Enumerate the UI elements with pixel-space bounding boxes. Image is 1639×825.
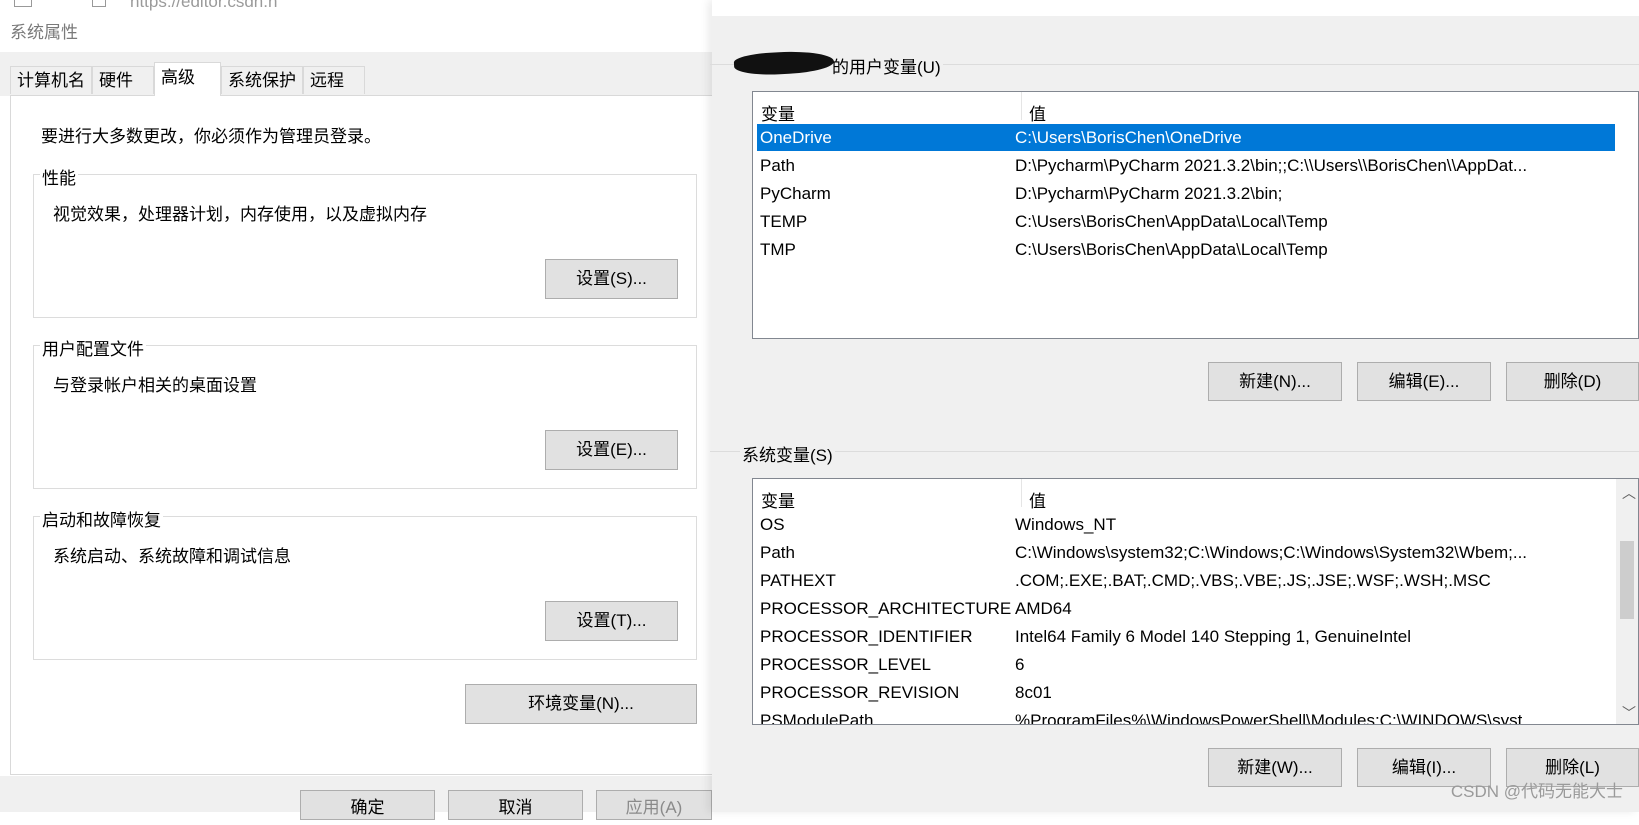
user-edit-button[interactable]: 编辑(E)... xyxy=(1357,362,1491,401)
user-delete-button[interactable]: 删除(D) xyxy=(1506,362,1639,401)
startup-recovery-description: 系统启动、系统故障和调试信息 xyxy=(53,547,291,566)
tab-system-protection[interactable]: 系统保护 xyxy=(221,66,303,94)
user-var-row[interactable]: TEMP C:\Users\BorisChen\AppData\Local\Te… xyxy=(757,208,1615,235)
var-name: OneDrive xyxy=(760,128,832,147)
tab-remote[interactable]: 远程 xyxy=(303,66,365,94)
var-value: Windows_NT xyxy=(1015,515,1117,534)
var-value: .COM;.EXE;.BAT;.CMD;.VBS;.VBE;.JS;.JSE;.… xyxy=(1015,571,1491,590)
var-name: PATHEXT xyxy=(760,571,836,590)
var-name: PROCESSOR_IDENTIFIER xyxy=(760,627,973,646)
performance-title: 性能 xyxy=(40,164,78,189)
system-properties-dialog: https://editor.csdn.n 系统属性 计算机名 硬件 高级 系统… xyxy=(0,0,712,820)
scroll-up-icon[interactable]: ︿ xyxy=(1622,483,1636,503)
user-profiles-settings-button[interactable]: 设置(E)... xyxy=(545,430,678,470)
system-vars-label: 系统变量(S) xyxy=(740,441,835,466)
var-name: PyCharm xyxy=(760,184,831,203)
user-var-row[interactable]: Path D:\Pycharm\PyCharm 2021.3.2\bin;;C:… xyxy=(757,152,1615,179)
var-name: TMP xyxy=(760,240,796,259)
system-col-separator[interactable] xyxy=(1021,479,1022,507)
browser-url-peek: https://editor.csdn.n xyxy=(130,0,278,11)
tab-advanced[interactable]: 高级 xyxy=(154,62,221,96)
dialog-title: 系统属性 xyxy=(10,23,78,42)
system-var-row[interactable]: PSModulePath %ProgramFiles%\WindowsPower… xyxy=(757,707,1609,725)
user-var-row[interactable]: OneDrive C:\Users\BorisChen\OneDrive xyxy=(757,124,1615,151)
var-name: OS xyxy=(760,515,785,534)
system-new-button[interactable]: 新建(W)... xyxy=(1208,748,1342,787)
system-col-value-header[interactable]: 值 xyxy=(1029,487,1046,512)
tab-hardware[interactable]: 硬件 xyxy=(92,66,154,94)
var-name: TEMP xyxy=(760,212,808,231)
var-value: 6 xyxy=(1015,655,1025,674)
user-vars-label: 的用户变量(U) xyxy=(830,53,943,78)
system-col-name-header[interactable]: 变量 xyxy=(761,487,795,512)
startup-recovery-settings-button[interactable]: 设置(T)... xyxy=(545,601,678,641)
var-value: D:\Pycharm\PyCharm 2021.3.2\bin;;C:\\Use… xyxy=(1015,156,1528,175)
startup-recovery-title: 启动和故障恢复 xyxy=(40,506,163,531)
environment-variables-button[interactable]: 环境变量(N)... xyxy=(465,684,697,724)
system-var-row[interactable]: PROCESSOR_REVISION 8c01 xyxy=(757,679,1609,706)
user-var-row[interactable]: TMP C:\Users\BorisChen\AppData\Local\Tem… xyxy=(757,236,1615,263)
tab-computer-name[interactable]: 计算机名 xyxy=(10,66,92,94)
system-var-row[interactable]: Path C:\Windows\system32;C:\Windows;C:\W… xyxy=(757,539,1609,566)
var-name: PROCESSOR_REVISION xyxy=(760,683,960,702)
env-title-strip xyxy=(712,0,1639,16)
system-var-row[interactable]: OS Windows_NT xyxy=(757,511,1609,538)
var-value: C:\Users\BorisChen\AppData\Local\Temp xyxy=(1015,240,1328,259)
user-new-button[interactable]: 新建(N)... xyxy=(1208,362,1342,401)
var-name: PSModulePath xyxy=(760,711,874,725)
var-value: %ProgramFiles%\WindowsPowerShell\Modules… xyxy=(1015,711,1523,725)
var-value: Intel64 Family 6 Model 140 Stepping 1, G… xyxy=(1015,627,1411,646)
cancel-button[interactable]: 取消 xyxy=(448,790,583,820)
user-col-name-header[interactable]: 变量 xyxy=(761,100,795,125)
var-value: C:\Users\BorisChen\OneDrive xyxy=(1015,128,1242,147)
var-name: PROCESSOR_ARCHITECTURE xyxy=(760,599,1012,618)
system-vars-scrollbar[interactable]: ︿ ﹀ xyxy=(1616,479,1638,724)
var-value: C:\Windows\system32;C:\Windows;C:\Window… xyxy=(1015,543,1528,562)
system-var-row[interactable]: PROCESSOR_LEVEL 6 xyxy=(757,651,1609,678)
title-bar: https://editor.csdn.n 系统属性 xyxy=(0,0,712,52)
ok-button[interactable]: 确定 xyxy=(300,790,435,820)
user-vars-list[interactable]: 变量 值 OneDrive C:\Users\BorisChen\OneDriv… xyxy=(752,91,1639,339)
var-value: 8c01 xyxy=(1015,683,1052,702)
user-var-row[interactable]: PyCharm D:\Pycharm\PyCharm 2021.3.2\bin; xyxy=(757,180,1615,207)
var-value: C:\Users\BorisChen\AppData\Local\Temp xyxy=(1015,212,1328,231)
environment-variables-dialog: 的用户变量(U) 变量 值 OneDrive C:\Users\BorisChe… xyxy=(710,0,1639,812)
system-var-row[interactable]: PROCESSOR_IDENTIFIER Intel64 Family 6 Mo… xyxy=(757,623,1609,650)
tab-icon xyxy=(92,0,106,7)
back-icon xyxy=(14,0,32,7)
user-profiles-title: 用户配置文件 xyxy=(40,335,146,360)
var-value: D:\Pycharm\PyCharm 2021.3.2\bin; xyxy=(1015,184,1283,203)
performance-description: 视觉效果，处理器计划，内存使用，以及虚拟内存 xyxy=(53,205,427,224)
user-col-separator[interactable] xyxy=(1021,92,1022,120)
system-var-row[interactable]: PROCESSOR_ARCHITECTURE AMD64 xyxy=(757,595,1609,622)
watermark: CSDN @代码无能大士 xyxy=(1450,782,1623,801)
admin-note: 要进行大多数更改，你必须作为管理员登录。 xyxy=(41,127,381,146)
performance-settings-button[interactable]: 设置(S)... xyxy=(545,259,678,299)
scrollbar-thumb[interactable] xyxy=(1620,541,1634,619)
apply-button[interactable]: 应用(A) xyxy=(596,790,712,820)
var-name: PROCESSOR_LEVEL xyxy=(760,655,932,674)
var-name: Path xyxy=(760,543,795,562)
system-var-row[interactable]: PATHEXT .COM;.EXE;.BAT;.CMD;.VBS;.VBE;.J… xyxy=(757,567,1609,594)
user-col-value-header[interactable]: 值 xyxy=(1029,100,1046,125)
var-value: AMD64 xyxy=(1015,599,1072,618)
system-vars-group-line xyxy=(710,451,1639,452)
scroll-down-icon[interactable]: ﹀ xyxy=(1622,703,1636,723)
var-name: Path xyxy=(760,156,795,175)
system-vars-list[interactable]: 变量 值 OS Windows_NT Path C:\Windows\syste… xyxy=(752,478,1639,725)
user-profiles-description: 与登录帐户相关的桌面设置 xyxy=(53,376,257,395)
